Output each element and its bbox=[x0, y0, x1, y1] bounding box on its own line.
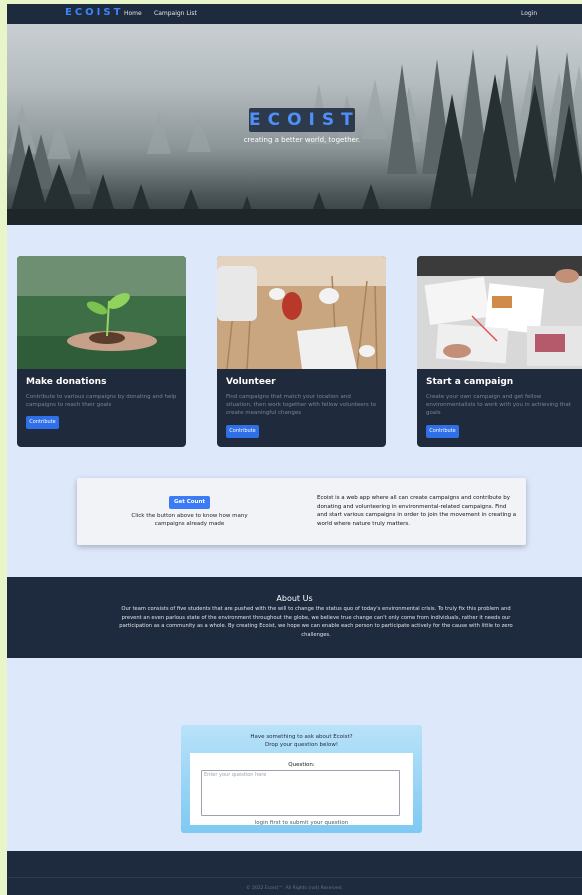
contribute-button[interactable]: Contribute bbox=[426, 425, 459, 438]
card-description: Find campaigns that match your location … bbox=[226, 394, 377, 416]
brand-logo[interactable]: ECOIST bbox=[65, 7, 123, 18]
hero-subtitle: creating a better world, together. bbox=[243, 136, 361, 144]
question-input[interactable] bbox=[201, 770, 400, 816]
question-panel: Have something to ask about Ecoist? Drop… bbox=[181, 725, 422, 833]
question-heading-line2: Drop your question below! bbox=[264, 742, 339, 748]
card-title: Volunteer bbox=[226, 377, 276, 387]
hand-holding-sprout-image bbox=[17, 256, 186, 369]
about-title: About Us bbox=[276, 594, 313, 603]
question-label: Question: bbox=[288, 762, 315, 768]
planning-on-papers-image bbox=[417, 256, 582, 369]
question-heading: Have something to ask about Ecoist? Drop… bbox=[181, 733, 422, 749]
count-hint: Click the button above to know how many … bbox=[131, 513, 248, 527]
card-title: Start a campaign bbox=[426, 377, 514, 387]
question-heading-line1: Have something to ask about Ecoist? bbox=[250, 734, 353, 740]
nav-link-home[interactable]: Home bbox=[124, 10, 142, 17]
nav-link-campaign-list[interactable]: Campaign List bbox=[154, 10, 197, 17]
card-description: Contribute to various campaigns by donat… bbox=[26, 394, 177, 408]
card-description: Create your own campaign and get fellow … bbox=[426, 394, 571, 416]
contribute-button[interactable]: Contribute bbox=[26, 416, 59, 429]
picking-up-litter-image bbox=[217, 256, 386, 369]
footer: © 2022 Ecoist™. All Rights (not) Reserve… bbox=[7, 851, 582, 895]
navbar: ECOIST Home Campaign List Login bbox=[7, 4, 582, 24]
about-text: Our team consists of five students that … bbox=[119, 606, 513, 638]
nav-login-link[interactable]: Login bbox=[521, 10, 537, 17]
question-form: Question: login first to submit your que… bbox=[190, 753, 413, 826]
copyright-text: © 2022 Ecoist™. All Rights (not) Reserve… bbox=[246, 886, 343, 891]
get-count-button[interactable]: Get Count bbox=[169, 496, 210, 509]
hero-title: ECOIST bbox=[249, 108, 360, 132]
hero-banner: ECOIST creating a better world, together… bbox=[7, 24, 582, 225]
about-section: About Us Our team consists of five stude… bbox=[7, 577, 582, 658]
card-title: Make donations bbox=[26, 377, 107, 387]
contribute-button[interactable]: Contribute bbox=[226, 425, 259, 438]
ecoist-description: Ecoist is a web app where all can create… bbox=[317, 495, 517, 527]
footer-divider bbox=[7, 877, 582, 878]
card-volunteer: Volunteer Find campaigns that match your… bbox=[217, 256, 386, 447]
login-required-note: login first to submit your question bbox=[254, 820, 349, 826]
page: ECOIST Home Campaign List Login ECOIST c… bbox=[7, 4, 582, 895]
card-start-campaign: Start a campaign Create your own campaig… bbox=[417, 256, 582, 447]
campaign-count-panel: Get Count Click the button above to know… bbox=[77, 478, 526, 545]
card-make-donations: Make donations Contribute to various cam… bbox=[17, 256, 186, 447]
